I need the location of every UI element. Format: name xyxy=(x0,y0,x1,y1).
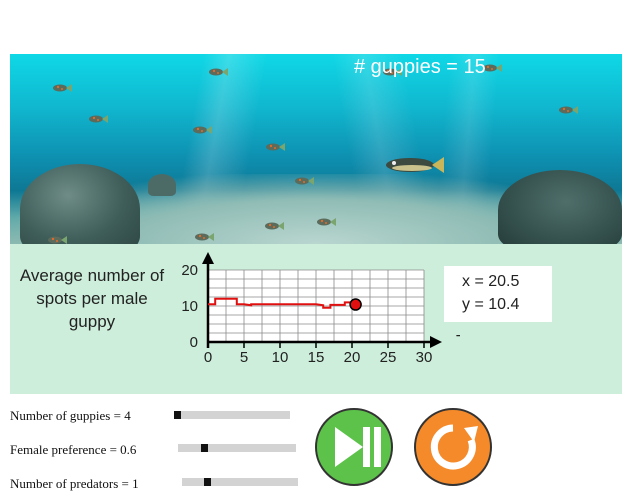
y-axis-label: Average number of spots per male guppy xyxy=(19,266,165,331)
controls-panel: Number of guppies = 4 Female preference … xyxy=(10,396,622,491)
guppy-fish xyxy=(483,64,502,72)
x-tick-label: 25 xyxy=(380,349,397,366)
simulation-view: # guppies = 15 xyxy=(10,54,622,244)
slider-guppies-label: Number of guppies = 4 xyxy=(10,408,131,423)
guppy-count-label: # guppies = 15 xyxy=(354,56,486,78)
slider-predators-label: Number of predators = 1 xyxy=(10,476,139,491)
guppy-fish xyxy=(193,126,212,134)
guppy-fish xyxy=(195,233,214,241)
y-tick-label: 10 xyxy=(181,298,198,315)
x-axis-label: Time xyxy=(456,333,460,350)
spots-chart: 0 5 10 15 20 25 30 0 10 20 Time xyxy=(181,252,460,366)
slider-guppies-thumb[interactable] xyxy=(174,411,181,419)
readout-y: y = 10.4 xyxy=(462,296,520,313)
x-tick-label: 15 xyxy=(308,349,325,366)
slider-preference-label: Female preference = 0.6 xyxy=(10,442,137,457)
predator-fish xyxy=(386,157,444,173)
x-tick-label: 5 xyxy=(240,349,248,366)
x-tick-label: 30 xyxy=(416,349,433,366)
y-tick-label: 0 xyxy=(190,334,198,351)
coordinate-readout: x = 20.5 y = 10.4 xyxy=(444,266,552,322)
reset-icon xyxy=(430,424,478,470)
guppy-fish xyxy=(48,236,67,244)
y-tick-label: 20 xyxy=(181,262,198,279)
x-tick-label: 10 xyxy=(272,349,289,366)
guppy-fish xyxy=(209,68,228,76)
readout-x: x = 20.5 xyxy=(462,273,520,290)
slider-guppies[interactable] xyxy=(174,411,290,419)
x-axis-arrow xyxy=(430,336,442,348)
slider-preference-thumb[interactable] xyxy=(201,444,208,452)
guppy-fish xyxy=(89,115,108,123)
guppy-fish xyxy=(53,84,72,92)
x-tick-label: 0 xyxy=(204,349,212,366)
guppy-fish xyxy=(265,222,284,230)
slider-predators-thumb[interactable] xyxy=(204,478,211,486)
fish-layer xyxy=(48,64,578,244)
current-point xyxy=(349,298,362,311)
slider-predators[interactable] xyxy=(182,478,298,486)
guppy-fish xyxy=(266,143,285,151)
guppy-fish xyxy=(559,106,578,114)
play-pause-button[interactable] xyxy=(315,408,393,486)
graph-panel: Average number of spots per male guppy 0… xyxy=(10,244,622,394)
guppy-fish xyxy=(295,177,314,185)
slider-preference[interactable] xyxy=(178,444,296,452)
y-axis-arrow xyxy=(202,252,214,264)
guppy-fish xyxy=(317,218,336,226)
reset-button[interactable] xyxy=(414,408,492,486)
x-tick-label: 20 xyxy=(344,349,361,366)
play-pause-icon xyxy=(335,427,381,467)
